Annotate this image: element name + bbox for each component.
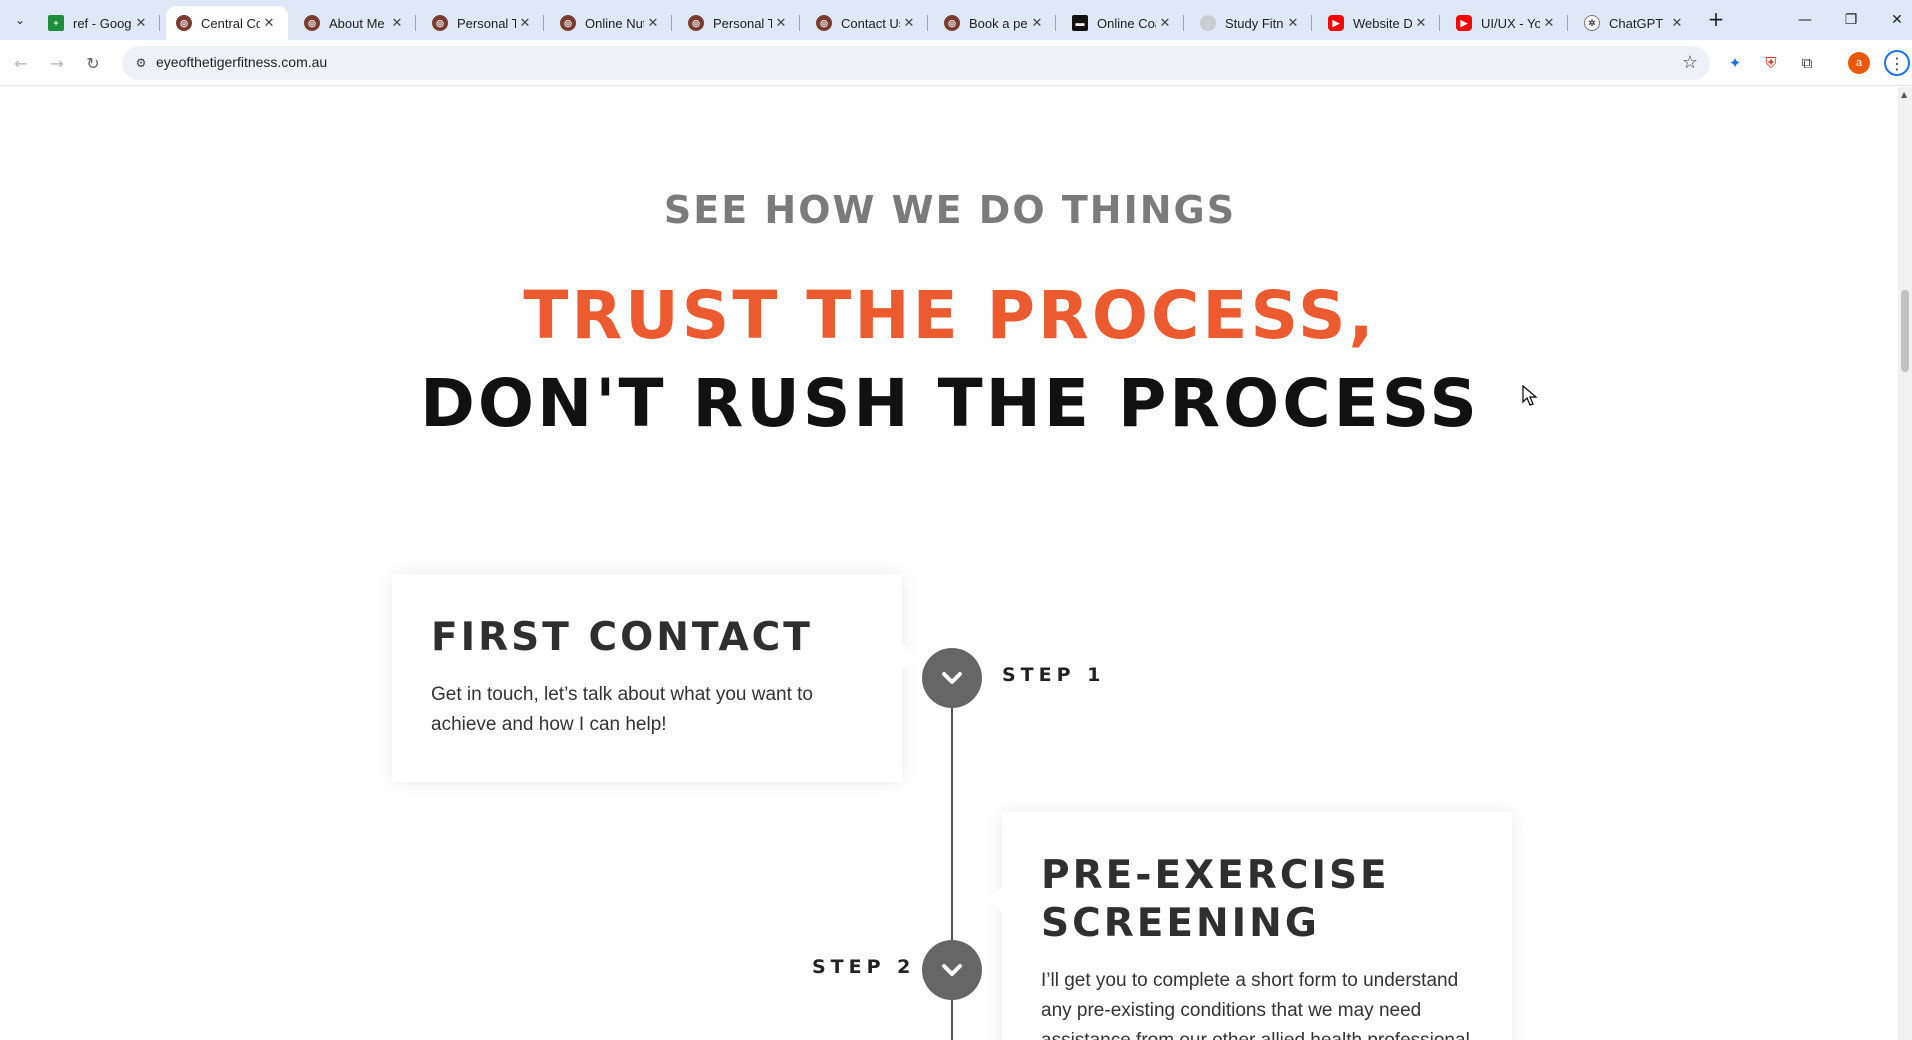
globe-icon: ◌	[1200, 15, 1216, 31]
tab-title: Personal Trainer	[713, 15, 772, 31]
tiger-logo-icon: ◎	[816, 15, 832, 31]
tab-title: ChatGPT	[1609, 15, 1664, 31]
headline-main: DON'T RUSH THE PROCESS	[420, 365, 1480, 442]
extensions-puzzle-icon[interactable]: ⧉	[1794, 50, 1820, 76]
bookmark-star-icon[interactable]: ☆	[1682, 52, 1698, 73]
url-text: eyeofthetigerfitness.com.au	[156, 54, 328, 70]
scrollbar-thumb[interactable]	[1901, 290, 1909, 372]
close-tab-icon[interactable]: ✕	[772, 15, 790, 31]
close-tab-icon[interactable]: ✕	[1156, 15, 1174, 31]
address-bar[interactable]: ⚙ eyeofthetigerfitness.com.au ☆	[122, 46, 1710, 80]
tab-title: Website Design	[1353, 15, 1412, 31]
extension-blue-icon[interactable]: ✦	[1722, 50, 1748, 76]
step-2-title: PRE-EXERCISE SCREENING	[1041, 853, 1390, 946]
headline-accent: TRUST THE PROCESS,	[523, 277, 1377, 354]
youtube-icon: ▶	[1328, 15, 1344, 31]
tab-title: Online Nutrition	[585, 15, 644, 31]
site-settings-icon[interactable]: ⚙	[132, 54, 150, 72]
restore-icon[interactable]: ❐	[1828, 0, 1874, 40]
step-2-body: I’ll get you to complete a short form to…	[1041, 970, 1470, 1040]
step-1-title: FIRST CONTACT	[431, 615, 813, 660]
tab-11[interactable]: ▶ UI/UX - YouTube ✕	[1446, 6, 1568, 40]
extension-shield-icon[interactable]: ⛨	[1758, 50, 1784, 76]
youtube-icon: ▶	[1456, 15, 1472, 31]
close-tab-icon[interactable]: ✕	[900, 15, 918, 31]
section-eyebrow: SEE HOW WE DO THINGS	[663, 188, 1237, 232]
tiger-logo-icon: ◎	[432, 15, 448, 31]
tiger-logo-icon: ◎	[560, 15, 576, 31]
tab-4[interactable]: ◎ Online Nutrition ✕	[550, 6, 672, 40]
browser-toolbar: ← → ↻ ⚙ eyeofthetigerfitness.com.au ☆ ✦ …	[0, 40, 1912, 86]
tab-title: About Me	[329, 15, 385, 31]
tiger-logo-icon: ◎	[688, 15, 704, 31]
close-tab-icon[interactable]: ✕	[132, 15, 150, 31]
minimize-icon[interactable]: —	[1782, 0, 1828, 40]
close-tab-icon[interactable]: ✕	[1540, 15, 1558, 31]
tab-title: Personal Trainer	[457, 15, 516, 31]
tab-title: Central Coast	[201, 15, 260, 31]
step-1-card: FIRST CONTACT Get in touch, let’s talk a…	[392, 574, 915, 782]
tab-5[interactable]: ◎ Personal Trainer ✕	[678, 6, 800, 40]
close-tab-icon[interactable]: ✕	[260, 15, 278, 31]
new-tab-button[interactable]: +	[1704, 7, 1728, 31]
tab-8[interactable]: ▬ Online Coaching ✕	[1062, 6, 1184, 40]
sheets-icon: +	[48, 15, 64, 31]
close-tab-icon[interactable]: ✕	[1668, 15, 1686, 31]
chevron-down-icon	[942, 672, 962, 684]
profile-avatar[interactable]: a	[1848, 52, 1870, 74]
tab-1-active[interactable]: ◎ Central Coast ✕	[166, 6, 288, 40]
close-window-icon[interactable]: ✕	[1874, 0, 1912, 40]
card-pointer	[889, 644, 915, 670]
tab-title: Study Fitness	[1225, 15, 1284, 31]
tab-9[interactable]: ◌ Study Fitness ✕	[1190, 6, 1312, 40]
browser-menu-icon[interactable]: ⋮	[1884, 50, 1910, 76]
tab-12[interactable]: ✲ ChatGPT ✕	[1574, 6, 1696, 40]
close-tab-icon[interactable]: ✕	[388, 15, 406, 31]
back-icon[interactable]: ←	[8, 50, 34, 76]
close-tab-icon[interactable]: ✕	[516, 15, 534, 31]
close-tab-icon[interactable]: ✕	[644, 15, 662, 31]
tab-title: Online Coaching	[1097, 15, 1156, 31]
chatgpt-icon: ✲	[1584, 15, 1600, 31]
page-viewport: SEE HOW WE DO THINGS TRUST THE PROCESS, …	[0, 87, 1912, 1040]
close-tab-icon[interactable]: ✕	[1412, 15, 1430, 31]
step-1-marker	[922, 648, 982, 708]
forward-icon[interactable]: →	[44, 50, 70, 76]
tab-search-chevron-icon[interactable]: ⌄	[8, 8, 32, 32]
tiger-logo-icon: ◎	[304, 15, 320, 31]
tab-6[interactable]: ◎ Contact Us ✕	[806, 6, 928, 40]
reload-icon[interactable]: ↻	[80, 50, 106, 76]
card-pointer	[989, 886, 1015, 912]
tiger-logo-icon: ◎	[176, 15, 192, 31]
page-scrollbar[interactable]	[1898, 87, 1912, 1040]
dark-square-icon: ▬	[1072, 15, 1088, 31]
step-2-label: STEP 2	[812, 956, 916, 978]
tab-title: ref - Google Sheets	[73, 15, 132, 31]
scroll-up-icon[interactable]: ▲	[1901, 90, 1909, 99]
step-1-body: Get in touch, let’s talk about what you …	[431, 684, 813, 735]
tab-10[interactable]: ▶ Website Design ✕	[1318, 6, 1440, 40]
tab-7[interactable]: ◎ Book a personal ✕	[934, 6, 1056, 40]
step-2-marker	[922, 940, 982, 1000]
mouse-cursor-icon	[1522, 385, 1538, 406]
tab-title: Book a personal	[969, 15, 1028, 31]
tab-2[interactable]: ◎ About Me ✕	[294, 6, 416, 40]
close-tab-icon[interactable]: ✕	[1284, 15, 1302, 31]
close-tab-icon[interactable]: ✕	[1028, 15, 1046, 31]
tab-strip: ⌄ + ref - Google Sheets ✕ ◎ Central Coas…	[0, 0, 1912, 40]
step-2-card: PRE-EXERCISE SCREENING I’ll get you to c…	[989, 812, 1512, 1040]
tiger-logo-icon: ◎	[944, 15, 960, 31]
tab-0[interactable]: + ref - Google Sheets ✕	[38, 6, 160, 40]
tab-title: Contact Us	[841, 15, 900, 31]
chevron-down-icon	[942, 964, 962, 976]
tab-3[interactable]: ◎ Personal Trainer ✕	[422, 6, 544, 40]
tab-title: UI/UX - YouTube	[1481, 15, 1540, 31]
step-1-label: STEP 1	[1002, 664, 1106, 686]
